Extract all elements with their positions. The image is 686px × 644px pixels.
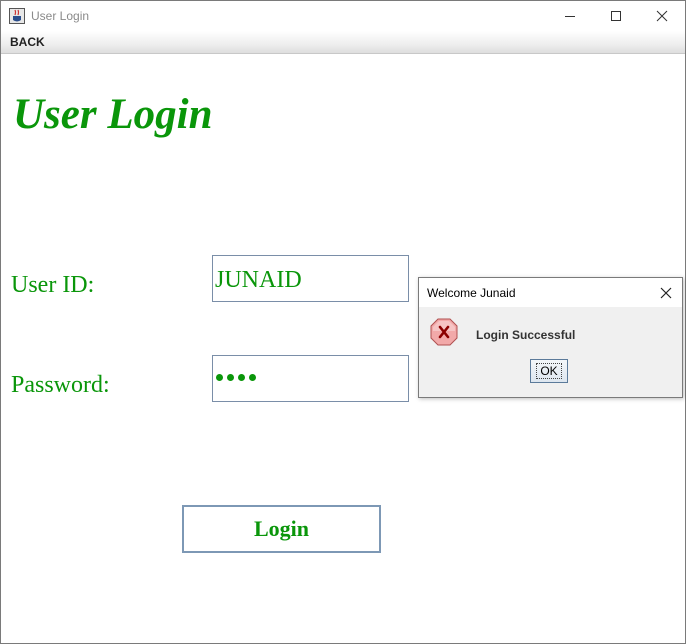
close-icon bbox=[656, 10, 668, 22]
maximize-button[interactable] bbox=[593, 1, 639, 31]
menu-bar: BACK bbox=[1, 31, 685, 54]
user-id-input[interactable]: JUNAID bbox=[212, 255, 409, 302]
dialog-title-bar[interactable]: Welcome Junaid bbox=[419, 278, 682, 307]
minimize-button[interactable] bbox=[547, 1, 593, 31]
user-id-value: JUNAID bbox=[215, 267, 302, 293]
password-dot bbox=[227, 374, 234, 381]
password-dot bbox=[216, 374, 223, 381]
title-bar[interactable]: User Login bbox=[1, 1, 685, 31]
java-cup-icon bbox=[9, 8, 25, 24]
error-icon bbox=[430, 318, 458, 346]
ok-button[interactable]: OK bbox=[530, 359, 568, 383]
password-dot bbox=[249, 374, 256, 381]
message-dialog: Welcome Junaid Login Successful OK bbox=[418, 277, 683, 398]
close-button[interactable] bbox=[639, 1, 685, 31]
maximize-icon bbox=[611, 11, 621, 21]
close-icon bbox=[660, 287, 672, 298]
password-label: Password: bbox=[11, 372, 110, 398]
dialog-message: Login Successful bbox=[476, 328, 576, 342]
login-button[interactable]: Login bbox=[182, 505, 381, 553]
ok-button-label: OK bbox=[536, 363, 562, 379]
minimize-icon bbox=[565, 16, 575, 17]
window-title: User Login bbox=[31, 9, 90, 23]
password-dot bbox=[238, 374, 245, 381]
dialog-close-button[interactable] bbox=[650, 278, 682, 307]
page-title: User Login bbox=[13, 91, 213, 138]
main-window: User Login BACK User Login User ID: JUNA… bbox=[0, 0, 686, 644]
dialog-title: Welcome Junaid bbox=[427, 286, 516, 300]
password-input[interactable] bbox=[212, 355, 409, 402]
back-menu-item[interactable]: BACK bbox=[10, 35, 45, 49]
password-mask bbox=[216, 374, 256, 381]
user-id-label: User ID: bbox=[11, 272, 95, 298]
